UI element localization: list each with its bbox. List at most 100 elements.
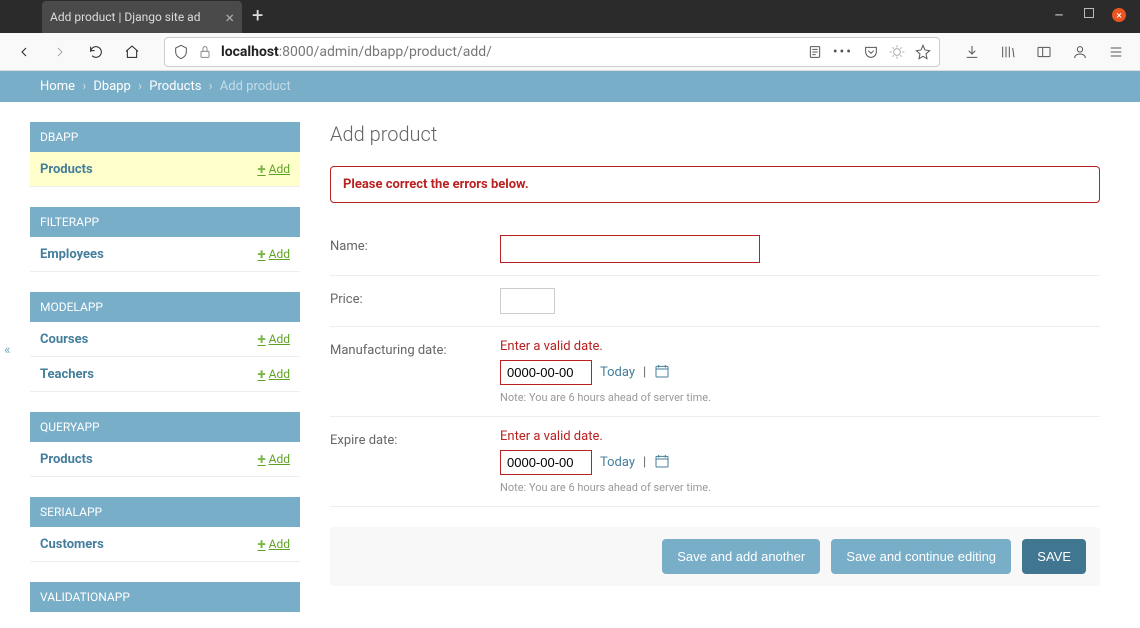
module-row: Courses + Add xyxy=(30,322,300,357)
url-text: localhost:8000/admin/dbapp/product/add/ xyxy=(221,44,492,60)
module-row: Products + Add xyxy=(30,152,300,187)
field-exp-date: Expire date: Enter a valid date. Today |… xyxy=(330,417,1100,507)
label-name: Name: xyxy=(330,235,500,263)
calendar-icon[interactable] xyxy=(654,363,670,383)
field-price: Price: xyxy=(330,276,1100,327)
close-icon[interactable]: × xyxy=(225,8,234,27)
maximize-icon[interactable] xyxy=(1084,8,1094,18)
home-button[interactable] xyxy=(118,38,146,66)
breadcrumb-current: Add product xyxy=(220,79,291,94)
plus-icon: + xyxy=(257,365,265,383)
reader-icon[interactable] xyxy=(807,44,823,60)
content: Add product Please correct the errors be… xyxy=(300,102,1140,626)
more-icon[interactable]: ••• xyxy=(833,44,853,60)
window-controls: — × xyxy=(1038,0,1140,30)
lock-icon xyxy=(197,44,213,60)
plus-icon: + xyxy=(257,245,265,263)
model-link[interactable]: Courses xyxy=(40,332,88,347)
minimize-icon[interactable]: — xyxy=(1052,8,1066,22)
add-link[interactable]: + Add xyxy=(257,245,290,263)
url-bar[interactable]: localhost:8000/admin/dbapp/product/add/ … xyxy=(164,37,940,67)
add-link[interactable]: + Add xyxy=(257,365,290,383)
breadcrumb-model[interactable]: Products xyxy=(149,79,201,94)
save-add-another-button[interactable] xyxy=(662,539,820,574)
label-mfg: Manufacturing date: xyxy=(330,339,500,404)
add-link[interactable]: + Add xyxy=(257,450,290,468)
page-title: Add product xyxy=(330,122,1100,146)
module-row: Employees + Add xyxy=(30,237,300,272)
error-mfg: Enter a valid date. xyxy=(500,339,1100,354)
breadcrumb: Home › Dbapp › Products › Add product xyxy=(0,71,1140,102)
star-icon[interactable] xyxy=(915,44,931,60)
module-row: Customers + Add xyxy=(30,527,300,562)
module-caption: QUERYAPP xyxy=(30,412,300,442)
browser-toolbar: localhost:8000/admin/dbapp/product/add/ … xyxy=(0,33,1140,71)
plus-icon: + xyxy=(257,160,265,178)
error-exp: Enter a valid date. xyxy=(500,429,1100,444)
mfg-today-link[interactable]: Today xyxy=(600,365,635,380)
label-price: Price: xyxy=(330,288,500,314)
submit-row xyxy=(330,527,1100,586)
add-link[interactable]: + Add xyxy=(257,330,290,348)
price-input[interactable] xyxy=(500,288,555,314)
browser-tab[interactable]: Add product | Django site ad × xyxy=(42,1,242,33)
model-link[interactable]: Customers xyxy=(40,537,104,552)
breadcrumb-app[interactable]: Dbapp xyxy=(93,79,131,94)
sidebar-module: QUERYAPP Products + Add xyxy=(30,412,300,477)
bug-icon[interactable] xyxy=(889,44,905,60)
module-caption: DBAPP xyxy=(30,122,300,152)
exp-date-input[interactable] xyxy=(500,450,592,475)
module-caption: VALIDATIONAPP xyxy=(30,582,300,612)
module-caption: MODELAPP xyxy=(30,292,300,322)
sidebar-icon[interactable] xyxy=(1030,38,1058,66)
calendar-icon[interactable] xyxy=(654,453,670,473)
tab-title: Add product | Django site ad xyxy=(50,10,200,24)
model-link[interactable]: Products xyxy=(40,452,93,467)
pocket-icon[interactable] xyxy=(863,44,879,60)
menu-icon[interactable] xyxy=(1102,38,1130,66)
sidebar-module: MODELAPP Courses + Add Teachers + Add xyxy=(30,292,300,392)
shield-icon xyxy=(173,44,189,60)
module-row: Teachers + Add xyxy=(30,357,300,392)
field-mfg-date: Manufacturing date: Enter a valid date. … xyxy=(330,327,1100,417)
forward-button[interactable] xyxy=(46,38,74,66)
add-link[interactable]: + Add xyxy=(257,160,290,178)
module-caption: FILTERAPP xyxy=(30,207,300,237)
account-icon[interactable] xyxy=(1066,38,1094,66)
error-note: Please correct the errors below. xyxy=(330,166,1100,203)
help-mfg: Note: You are 6 hours ahead of server ti… xyxy=(500,391,1100,404)
download-icon[interactable] xyxy=(958,38,986,66)
field-name: Name: xyxy=(330,223,1100,276)
add-link[interactable]: + Add xyxy=(257,535,290,553)
exp-today-link[interactable]: Today xyxy=(600,455,635,470)
module-caption: SERIALAPP xyxy=(30,497,300,527)
sidebar-collapse-icon[interactable]: « xyxy=(4,342,11,358)
window-close-icon[interactable]: × xyxy=(1112,8,1126,22)
sidebar-module: DBAPP Products + Add xyxy=(30,122,300,187)
sidebar: DBAPP Products + Add FILTERAPP Employees + Ad… xyxy=(0,102,300,626)
save-continue-button[interactable] xyxy=(831,539,1011,574)
model-link[interactable]: Teachers xyxy=(40,367,94,382)
plus-icon: + xyxy=(257,535,265,553)
reload-button[interactable] xyxy=(82,38,110,66)
module-row: Products + Add xyxy=(30,442,300,477)
browser-chrome: Add product | Django site ad × + — × loc… xyxy=(0,0,1140,71)
tab-bar: Add product | Django site ad × + — × xyxy=(0,0,1140,33)
plus-icon: + xyxy=(257,330,265,348)
page: Home › Dbapp › Products › Add product « … xyxy=(0,71,1140,628)
name-input[interactable] xyxy=(500,235,760,263)
save-button[interactable] xyxy=(1022,539,1086,574)
model-link[interactable]: Products xyxy=(40,162,93,177)
sidebar-module: SERIALAPP Customers + Add xyxy=(30,497,300,562)
breadcrumb-home[interactable]: Home xyxy=(40,79,75,94)
help-exp: Note: You are 6 hours ahead of server ti… xyxy=(500,481,1100,494)
back-button[interactable] xyxy=(10,38,38,66)
library-icon[interactable] xyxy=(994,38,1022,66)
sidebar-module: VALIDATIONAPP xyxy=(30,582,300,612)
new-tab-button[interactable]: + xyxy=(252,3,263,27)
plus-icon: + xyxy=(257,450,265,468)
mfg-date-input[interactable] xyxy=(500,360,592,385)
sidebar-module: FILTERAPP Employees + Add xyxy=(30,207,300,272)
label-exp: Expire date: xyxy=(330,429,500,494)
model-link[interactable]: Employees xyxy=(40,247,104,262)
